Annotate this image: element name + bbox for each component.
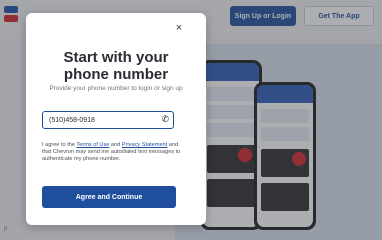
phone-icon: ✆ — [161, 114, 169, 124]
modal-title-line-2: phone number — [63, 66, 169, 83]
terms-of-use-link[interactable]: Terms of Use — [76, 142, 109, 148]
legal-prefix: I agree to the — [42, 142, 77, 148]
close-icon[interactable]: × — [172, 21, 186, 35]
legal-and: and — [109, 142, 122, 148]
phone-number-input[interactable] — [49, 113, 153, 127]
phone-login-modal: × Start with your phone number Provide y… — [26, 13, 206, 225]
modal-subtitle: Provide your phone number to login or si… — [49, 85, 183, 92]
legal-consent-text: I agree to the Terms of Use and Privacy … — [42, 142, 182, 164]
privacy-statement-link[interactable]: Privacy Statement — [122, 142, 167, 148]
phone-number-field[interactable]: ✆ — [42, 111, 174, 129]
modal-title-line-1: Start with your — [63, 49, 169, 66]
modal-title: Start with your phone number — [26, 49, 206, 83]
agree-and-continue-button[interactable]: Agree and Continue — [42, 186, 176, 208]
